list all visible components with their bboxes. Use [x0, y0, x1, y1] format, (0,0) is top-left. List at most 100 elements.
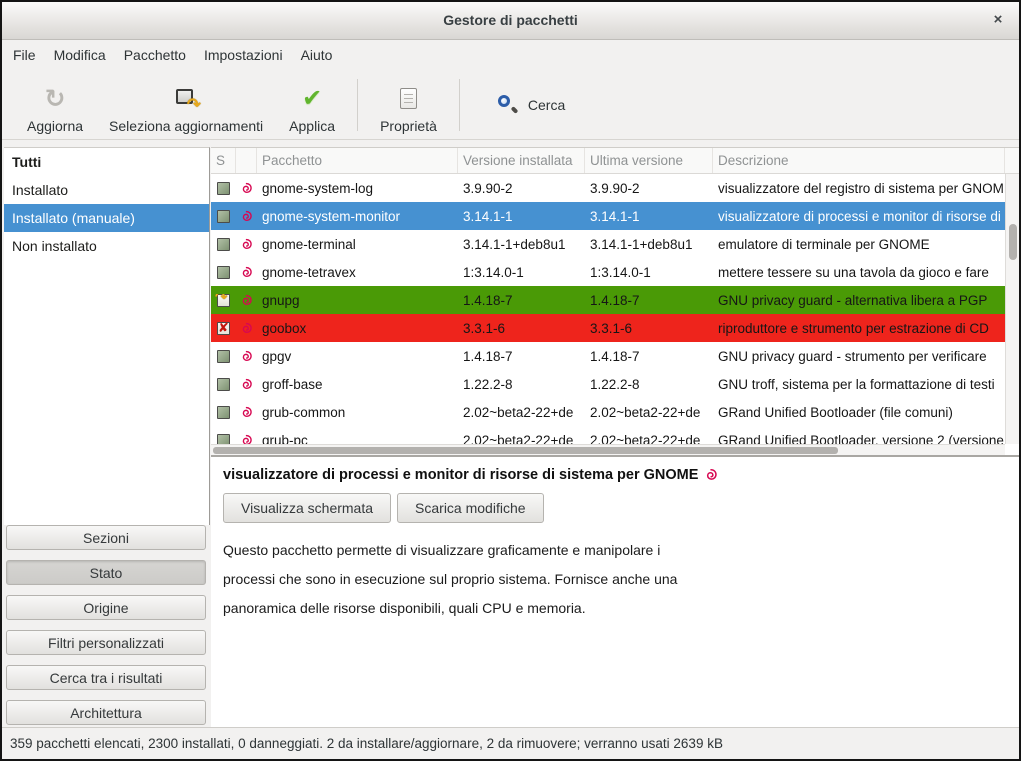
menu-impostazioni[interactable]: Impostazioni — [195, 41, 292, 70]
latest-version: 2.02~beta2-22+de — [585, 405, 713, 420]
search-button[interactable]: Cerca — [487, 88, 575, 122]
table-row[interactable]: groff-base 1.22.2-8 1.22.2-8 GNU troff, … — [211, 370, 1005, 398]
vertical-scrollbar-thumb[interactable] — [1009, 224, 1017, 260]
filter-item-installato-manuale[interactable]: Installato (manuale) — [4, 204, 209, 232]
debian-swirl-icon — [240, 294, 253, 307]
filter-item-non-installato[interactable]: Non installato — [4, 232, 209, 260]
status-button[interactable]: Stato — [6, 560, 206, 585]
package-name: gpgv — [257, 349, 458, 364]
latest-version: 1.4.18-7 — [585, 349, 713, 364]
package-name: gnome-terminal — [257, 237, 458, 252]
get-screenshot-button[interactable]: Visualizza schermata — [223, 493, 391, 523]
menu-aiuto[interactable]: Aiuto — [292, 41, 342, 70]
table-body: gnome-system-log 3.9.90-2 3.9.90-2 visua… — [211, 174, 1005, 455]
debian-swirl-icon — [240, 210, 253, 223]
select-upgrades-icon: ↷ — [174, 87, 198, 111]
package-name: gnome-system-monitor — [257, 209, 458, 224]
table-row-marked-removal[interactable]: ✘ goobox 3.3.1-6 3.3.1-6 riproduttore e … — [211, 314, 1005, 342]
refresh-icon: ↻ — [45, 86, 66, 112]
table-row[interactable]: gnome-terminal 3.14.1-1+deb8u1 3.14.1-1+… — [211, 230, 1005, 258]
horizontal-scrollbar[interactable] — [211, 444, 1005, 455]
window-title: Gestore di pacchetti — [2, 2, 1019, 39]
status-installed-icon — [217, 210, 230, 223]
menubar: File Modifica Pacchetto Impostazioni Aiu… — [2, 40, 1019, 70]
status-installed-icon — [217, 182, 230, 195]
debian-swirl-icon — [240, 322, 253, 335]
table-row[interactable]: gpgv 1.4.18-7 1.4.18-7 GNU privacy guard… — [211, 342, 1005, 370]
col-description[interactable]: Descrizione — [713, 148, 1005, 173]
col-package[interactable]: Pacchetto — [257, 148, 458, 173]
col-origin[interactable] — [236, 148, 257, 173]
titlebar[interactable]: Gestore di pacchetti × — [2, 2, 1019, 40]
col-status[interactable]: S — [211, 148, 236, 173]
latest-version: 3.9.90-2 — [585, 181, 713, 196]
status-summary-text: 359 pacchetti elencati, 2300 installati,… — [10, 736, 723, 751]
table-row[interactable]: gnome-tetravex 1:3.14.0-1 1:3.14.0-1 met… — [211, 258, 1005, 286]
status-installed-icon — [217, 238, 230, 251]
search-results-button[interactable]: Cerca tra i risultati — [6, 665, 206, 690]
package-name: gnome-tetravex — [257, 265, 458, 280]
package-details-pane: visualizzatore di processi e monitor di … — [211, 455, 1019, 727]
menu-pacchetto[interactable]: Pacchetto — [115, 41, 195, 70]
statusbar: 359 pacchetti elencati, 2300 installati,… — [2, 727, 1019, 759]
installed-version: 3.9.90-2 — [458, 181, 585, 196]
content-area: S Pacchetto Versione installata Ultima v… — [211, 141, 1019, 727]
table-row[interactable]: gnome-system-log 3.9.90-2 3.9.90-2 visua… — [211, 174, 1005, 202]
package-description: visualizzatore del registro di sistema p… — [713, 181, 1005, 196]
installed-version: 1.22.2-8 — [458, 377, 585, 392]
reload-button[interactable]: ↻ Aggiorna — [14, 76, 96, 134]
filter-item-tutti[interactable]: Tutti — [4, 148, 209, 176]
debian-swirl-icon — [240, 182, 253, 195]
latest-version: 3.14.1-1 — [585, 209, 713, 224]
package-description: riproduttore e strumento per estrazione … — [713, 321, 1005, 336]
col-latest-version[interactable]: Ultima versione — [585, 148, 713, 173]
package-name: grub-common — [257, 405, 458, 420]
package-name: gnome-system-log — [257, 181, 458, 196]
package-long-description: Questo pacchetto permette di visualizzar… — [223, 536, 1005, 623]
installed-version: 2.02~beta2-22+de — [458, 405, 585, 420]
status-reinstall-icon: ↷ — [217, 294, 230, 307]
status-installed-icon — [217, 266, 230, 279]
status-removal-icon: ✘ — [217, 322, 230, 335]
package-description: GNU troff, sistema per la formattazione … — [713, 377, 1005, 392]
table-row-marked-reinstall[interactable]: ↷ gnupg 1.4.18-7 1.4.18-7 GNU privacy gu… — [211, 286, 1005, 314]
table-row[interactable]: grub-common 2.02~beta2-22+de 2.02~beta2-… — [211, 398, 1005, 426]
table-row-selected[interactable]: gnome-system-monitor 3.14.1-1 3.14.1-1 v… — [211, 202, 1005, 230]
origin-button[interactable]: Origine — [6, 595, 206, 620]
get-changelog-button[interactable]: Scarica modifiche — [397, 493, 544, 523]
sections-button[interactable]: Sezioni — [6, 525, 206, 550]
search-magnifier-icon — [497, 94, 519, 116]
package-description: emulatore di terminale per GNOME — [713, 237, 1005, 252]
installed-version: 3.14.1-1+deb8u1 — [458, 237, 585, 252]
installed-version: 3.3.1-6 — [458, 321, 585, 336]
package-manager-window: Gestore di pacchetti × File Modifica Pac… — [0, 0, 1021, 761]
package-name: gnupg — [257, 293, 458, 308]
package-description: mettere tessere su una tavola da gioco e… — [713, 265, 1005, 280]
vertical-scrollbar[interactable] — [1005, 174, 1019, 444]
package-description: GNU privacy guard - strumento per verifi… — [713, 349, 1005, 364]
col-installed-version[interactable]: Versione installata — [458, 148, 585, 173]
mark-all-upgrades-button[interactable]: ↷ Seleziona aggiornamenti — [96, 76, 276, 134]
debian-swirl-icon — [240, 238, 253, 251]
sidebar-view-buttons: Sezioni Stato Origine Filtri personalizz… — [6, 525, 206, 725]
apply-checkmark-icon: ✔ — [302, 84, 322, 113]
menu-file[interactable]: File — [4, 41, 45, 70]
properties-button[interactable]: Proprietà — [367, 76, 450, 134]
debian-swirl-icon — [240, 378, 253, 391]
custom-filters-button[interactable]: Filtri personalizzati — [6, 630, 206, 655]
horizontal-scrollbar-thumb[interactable] — [213, 447, 838, 454]
debian-swirl-icon — [240, 406, 253, 419]
status-installed-icon — [217, 406, 230, 419]
latest-version: 1:3.14.0-1 — [585, 265, 713, 280]
debian-swirl-icon — [240, 350, 253, 363]
toolbar: ↻ Aggiorna ↷ Seleziona aggiornamenti ✔ A… — [2, 70, 1019, 140]
architecture-button[interactable]: Architettura — [6, 700, 206, 725]
filter-item-installato[interactable]: Installato — [4, 176, 209, 204]
installed-version: 3.14.1-1 — [458, 209, 585, 224]
close-icon[interactable]: × — [987, 2, 1009, 39]
properties-document-icon — [400, 88, 417, 109]
apply-button[interactable]: ✔ Applica — [276, 76, 348, 134]
menu-modifica[interactable]: Modifica — [45, 41, 115, 70]
main-area: Tutti Installato Installato (manuale) No… — [2, 141, 1019, 727]
latest-version: 3.14.1-1+deb8u1 — [585, 237, 713, 252]
